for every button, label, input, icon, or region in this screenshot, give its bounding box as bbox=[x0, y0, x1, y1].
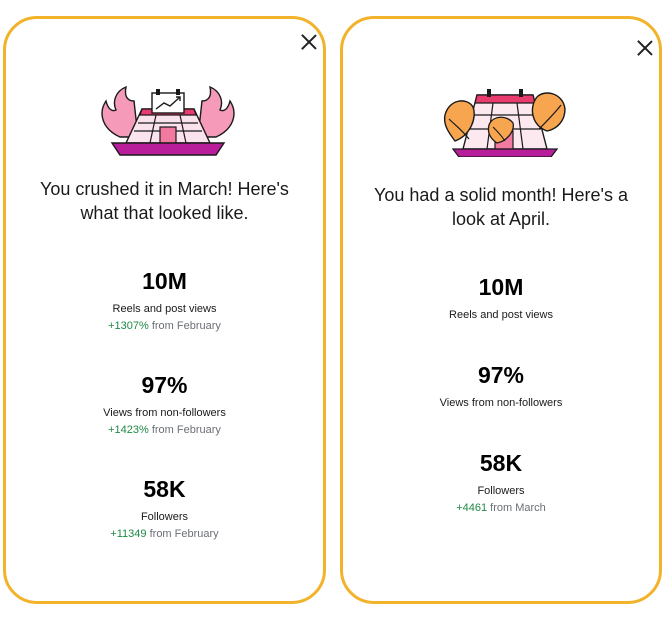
stat-non-follower-views: 97% Views from non-followers +1423% from… bbox=[6, 372, 323, 437]
stat-value: 10M bbox=[478, 274, 524, 300]
stat-delta: +4461 bbox=[456, 502, 488, 514]
stat-value: 58K bbox=[143, 476, 186, 502]
stat-change: +1307% from February bbox=[6, 319, 323, 333]
recap-headline: You crushed it in March! Here's what tha… bbox=[40, 179, 289, 223]
stat-reels-post-views: 10M Reels and post views bbox=[343, 274, 659, 322]
stat-value: 58K bbox=[479, 450, 523, 476]
close-icon[interactable] bbox=[300, 33, 318, 51]
stat-label: Views from non-followers bbox=[103, 407, 226, 419]
calendar-leaves-icon bbox=[443, 89, 566, 157]
stat-change: +11349 from February bbox=[6, 527, 323, 541]
stat-value: 97% bbox=[141, 372, 188, 398]
stat-delta-suffix: from March bbox=[490, 502, 546, 514]
stat-delta: +11349 bbox=[110, 528, 147, 540]
stat-non-follower-views: 97% Views from non-followers bbox=[343, 362, 659, 410]
recap-headline: You had a solid month! Here's a look at … bbox=[374, 185, 628, 229]
stat-delta: +1423% bbox=[108, 424, 149, 436]
stat-delta-suffix: from February bbox=[151, 424, 221, 436]
stat-reels-post-views: 10M Reels and post views +1307% from Feb… bbox=[6, 268, 323, 333]
stat-label: Reels and post views bbox=[449, 309, 553, 321]
monthly-recap-card-april: You had a solid month! Here's a look at … bbox=[340, 16, 662, 604]
stat-value: 10M bbox=[142, 268, 187, 294]
stat-delta-suffix: from February bbox=[151, 320, 221, 332]
stat-delta: +1307% bbox=[108, 320, 149, 332]
calendar-flames-icon bbox=[101, 85, 235, 156]
stat-value: 97% bbox=[477, 362, 525, 388]
close-icon[interactable] bbox=[636, 39, 654, 57]
stat-change: +4461 from March bbox=[343, 501, 659, 515]
stat-followers: 58K Followers +11349 from February bbox=[6, 476, 323, 541]
monthly-recap-card-march: You crushed it in March! Here's what tha… bbox=[3, 16, 326, 604]
stat-delta-suffix: from February bbox=[149, 528, 219, 540]
stat-label: Reels and post views bbox=[112, 303, 217, 315]
stat-label: Views from non-followers bbox=[439, 397, 563, 409]
stat-followers: 58K Followers +4461 from March bbox=[343, 450, 659, 515]
stat-label: Followers bbox=[477, 485, 525, 497]
stat-change: +1423% from February bbox=[6, 423, 323, 437]
stat-label: Followers bbox=[140, 511, 189, 523]
